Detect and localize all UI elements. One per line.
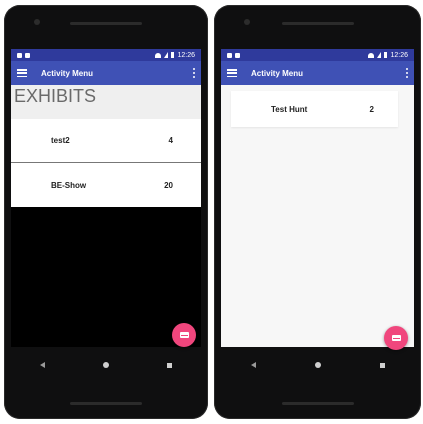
overflow-menu-icon[interactable] [192, 68, 195, 78]
app-title: Activity Menu [41, 68, 94, 78]
fab-mail-button[interactable] [384, 326, 408, 350]
hunt-list-item[interactable]: Test Hunt 2 [231, 91, 398, 127]
item-name: test2 [51, 136, 70, 145]
status-bar: 12:26 [11, 49, 201, 61]
bottom-speaker [70, 402, 142, 405]
notification-icon [17, 52, 22, 58]
sim-icon [235, 52, 240, 58]
wifi-icon [155, 52, 162, 58]
wifi-icon [368, 52, 375, 58]
left-screen: 12:26 Activity Menu EXHIBITS test2 4 BE-… [11, 49, 201, 347]
signal-icon [377, 52, 382, 58]
notification-icon [227, 52, 232, 58]
item-count: 4 [168, 136, 173, 145]
earpiece-speaker [282, 22, 354, 25]
app-title: Activity Menu [251, 68, 304, 78]
item-count: 2 [369, 104, 374, 114]
item-name: BE-Show [51, 180, 87, 190]
nav-bar [221, 357, 414, 373]
signal-icon [164, 52, 169, 58]
mail-icon [179, 332, 189, 338]
right-phone: 12:26 Activity Menu Test Hunt 2 [214, 5, 421, 419]
earpiece-speaker [70, 22, 142, 25]
app-bar: Activity Menu [221, 61, 414, 85]
left-phone: 12:26 Activity Menu EXHIBITS test2 4 BE-… [4, 5, 208, 419]
exhibit-list: test2 4 BE-Show 20 [11, 119, 201, 207]
mail-icon [391, 335, 401, 341]
camera-icon [34, 19, 40, 25]
section-title: EXHIBITS [11, 85, 201, 119]
status-time: 12:26 [390, 51, 408, 59]
recent-apps-icon[interactable] [379, 362, 385, 368]
item-count: 20 [164, 180, 173, 190]
sim-icon [25, 52, 30, 58]
camera-icon [244, 19, 250, 25]
status-time: 12:26 [177, 51, 195, 59]
home-icon[interactable] [103, 362, 109, 368]
nav-bar [11, 357, 201, 373]
item-name: Test Hunt [271, 104, 308, 114]
fab-mail-button[interactable] [172, 323, 196, 347]
hamburger-icon[interactable] [227, 69, 237, 77]
back-icon[interactable] [40, 362, 45, 368]
battery-icon [171, 52, 175, 58]
overflow-menu-icon[interactable] [405, 68, 408, 78]
app-bar: Activity Menu [11, 61, 201, 85]
status-bar: 12:26 [221, 49, 414, 61]
bottom-speaker [282, 402, 354, 405]
right-screen: 12:26 Activity Menu Test Hunt 2 [221, 49, 414, 347]
list-item[interactable]: BE-Show 20 [11, 163, 201, 207]
home-icon[interactable] [314, 362, 321, 368]
battery-icon [384, 52, 388, 58]
back-icon[interactable] [250, 362, 256, 368]
recent-apps-icon[interactable] [167, 362, 172, 368]
list-item[interactable]: test2 4 [11, 119, 201, 163]
hamburger-icon[interactable] [17, 69, 27, 77]
